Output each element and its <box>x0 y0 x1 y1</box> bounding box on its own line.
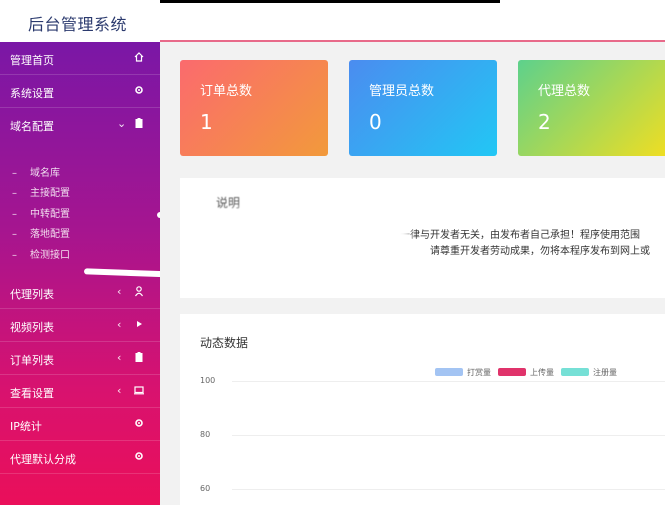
sidebar-item-label: 查看设置 <box>10 387 54 400</box>
admin-page: 后台管理系统 管理首页 系统设置 域名配置 ⌄ – 域名库 – 主接配置 – 中… <box>0 0 665 505</box>
chevron-left-icon: ‹ <box>117 318 122 331</box>
legend-item[interactable]: 上传量 <box>498 367 558 377</box>
legend-swatch <box>498 368 526 376</box>
legend-item[interactable]: 注册量 <box>561 367 621 377</box>
grid-line <box>232 381 665 382</box>
submenu-label: 检测接口 <box>30 250 70 261</box>
sidebar-item-label: 订单列表 <box>10 354 54 367</box>
grid-line <box>232 489 665 490</box>
sidebar-item-label: 代理列表 <box>10 288 54 301</box>
dash-marker: – <box>12 250 17 261</box>
play-icon <box>137 321 142 327</box>
submenu-item-check-api[interactable]: – 检测接口 <box>12 246 70 264</box>
sidebar-item-label: 系统设置 <box>10 87 54 100</box>
sidebar-item-view-settings[interactable]: 查看设置 ‹ <box>0 375 160 408</box>
submenu-label: 落地配置 <box>30 229 70 240</box>
submenu-item-landing-config[interactable]: – 落地配置 <box>12 225 70 243</box>
stat-card-agents[interactable]: 代理总数 2 <box>518 60 665 156</box>
submenu-item-domain-library[interactable]: – 域名库 <box>12 164 60 182</box>
sidebar-item-label: IP统计 <box>10 420 42 433</box>
submenu-label: 主接配置 <box>30 188 70 199</box>
clipboard-icon <box>135 352 143 362</box>
sidebar-item-agent-default-share[interactable]: 代理默认分成 <box>0 441 160 474</box>
legend-item[interactable]: 打赏量 <box>435 367 495 377</box>
legend-swatch <box>435 368 463 376</box>
main-content: 订单总数 1 管理员总数 0 代理总数 2 说明 一律与开发者无关，由发布者自己… <box>160 42 665 505</box>
legend-label: 注册量 <box>593 368 617 377</box>
notice-line-1: 一律与开发者无关，由发布者自己承担！程序使用范围 <box>400 230 640 241</box>
submenu-label: 域名库 <box>30 168 60 179</box>
redaction-blur <box>240 266 410 296</box>
clipboard-icon <box>135 118 143 128</box>
app-title: 后台管理系统 <box>28 15 128 34</box>
legend-label: 上传量 <box>530 368 554 377</box>
gear-icon <box>135 419 143 427</box>
domain-submenu: – 域名库 – 主接配置 – 中转配置 – 落地配置 – 检测接口 <box>0 150 160 270</box>
stat-card-title: 管理员总数 <box>369 84 435 99</box>
dash-marker: – <box>12 188 17 199</box>
stat-card-admins[interactable]: 管理员总数 0 <box>349 60 497 156</box>
user-icon <box>134 286 144 297</box>
notice-line-2: 请尊重开发者劳动成果，勿将本程序发布到网上或 <box>430 246 650 257</box>
logo-area: 后台管理系统 <box>0 0 160 42</box>
stat-card-value: 2 <box>538 110 551 134</box>
sidebar-item-agent-list[interactable]: 代理列表 ‹ <box>0 276 160 309</box>
chevron-left-icon: ‹ <box>117 384 122 397</box>
stat-card-orders[interactable]: 订单总数 1 <box>180 60 328 156</box>
dash-marker: – <box>12 168 17 179</box>
home-icon <box>134 52 144 62</box>
notice-title: 说明 <box>216 196 241 210</box>
top-header: 后台管理系统 <box>0 0 665 42</box>
notice-panel: 说明 一律与开发者无关，由发布者自己承担！程序使用范围 请尊重开发者劳动成果，勿… <box>180 178 665 298</box>
stat-card-title: 代理总数 <box>538 84 591 99</box>
legend-swatch <box>561 368 589 376</box>
sidebar-item-label: 视频列表 <box>10 321 54 334</box>
sidebar: 管理首页 系统设置 域名配置 ⌄ – 域名库 – 主接配置 – 中转配置 – 落… <box>0 42 181 505</box>
chevron-left-icon: ‹ <box>117 351 122 364</box>
gear-icon <box>135 86 143 94</box>
dash-marker: – <box>12 229 17 240</box>
monitor-icon <box>134 386 144 395</box>
chevron-down-icon: ⌄ <box>117 117 127 130</box>
submenu-item-relay-config[interactable]: – 中转配置 <box>12 205 70 223</box>
y-tick-label: 100 <box>200 376 216 385</box>
sidebar-item-label: 代理默认分成 <box>10 453 76 466</box>
dash-marker: – <box>12 209 17 220</box>
chart-panel: 动态数据 打赏量 上传量 注册量 100 80 60 <box>180 314 665 505</box>
sidebar-item-label: 域名配置 <box>10 120 54 133</box>
chart-title: 动态数据 <box>200 336 249 350</box>
gear-icon <box>135 452 143 460</box>
legend-label: 打赏量 <box>467 368 491 377</box>
sidebar-item-ip-stats[interactable]: IP统计 <box>0 408 160 441</box>
grid-line <box>232 435 665 436</box>
submenu-label: 中转配置 <box>30 209 70 220</box>
sidebar-item-video-list[interactable]: 视频列表 ‹ <box>0 309 160 342</box>
y-tick-label: 60 <box>200 484 211 493</box>
top-strip <box>160 0 500 3</box>
sidebar-item-system-settings[interactable]: 系统设置 <box>0 75 160 108</box>
submenu-item-main-config[interactable]: – 主接配置 <box>12 184 70 202</box>
stat-card-value: 1 <box>200 110 213 134</box>
stat-card-value: 0 <box>369 110 382 134</box>
sidebar-item-order-list[interactable]: 订单列表 ‹ <box>0 342 160 375</box>
stat-card-title: 订单总数 <box>200 84 253 99</box>
chevron-left-icon: ‹ <box>117 285 122 298</box>
sidebar-item-home[interactable]: 管理首页 <box>0 42 160 75</box>
sidebar-item-label: 管理首页 <box>10 54 54 67</box>
y-tick-label: 80 <box>200 430 211 439</box>
sidebar-item-domain-config[interactable]: 域名配置 ⌄ <box>0 108 160 141</box>
